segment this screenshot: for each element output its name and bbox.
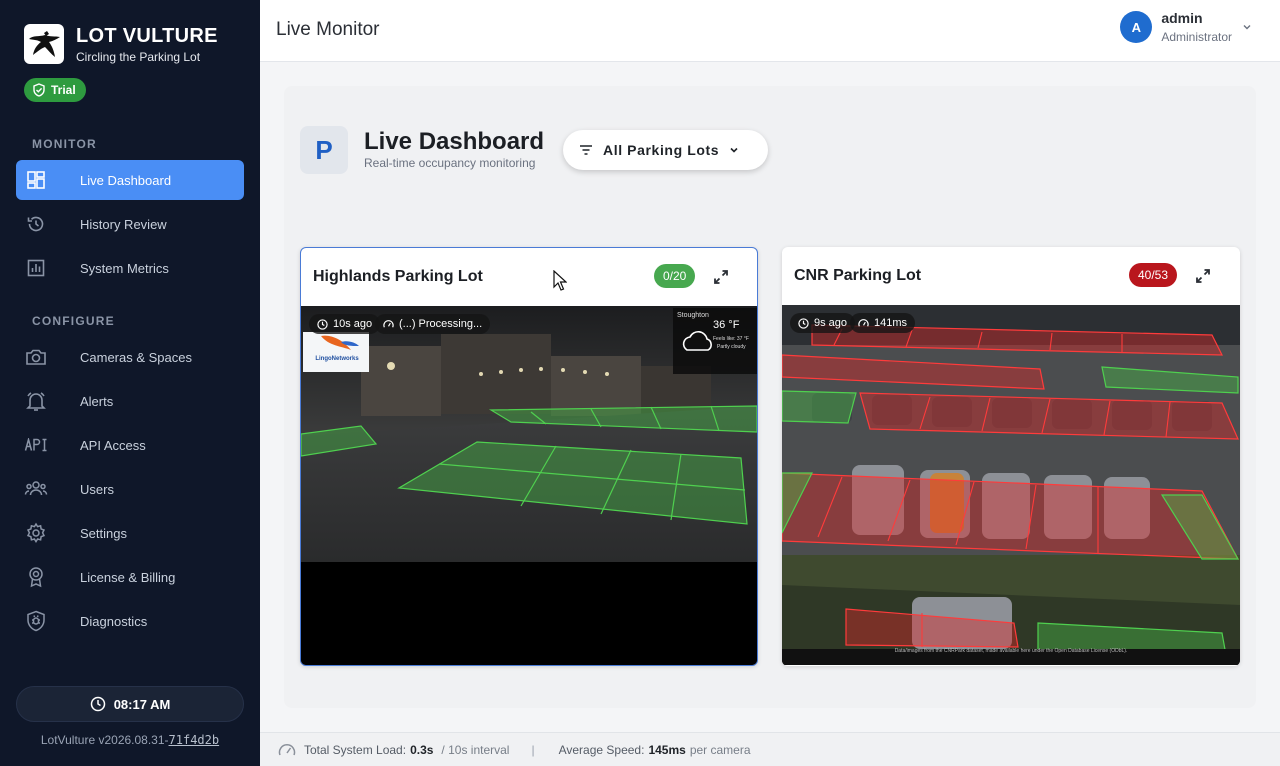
mouse-cursor-icon	[553, 270, 567, 291]
sidebar-item-label: API Access	[80, 437, 146, 453]
sidebar-item-label: Live Dashboard	[80, 172, 172, 188]
shield-bug-icon	[16, 610, 56, 632]
clock-icon	[798, 317, 809, 329]
processing-speed-text: 141ms	[874, 317, 908, 329]
dataset-credit: Data/images from the CNRPark dataset, ma…	[894, 648, 1128, 654]
license-icon	[16, 566, 56, 588]
parking-lot-scene	[301, 306, 757, 665]
sidebar-item-label: License & Billing	[80, 569, 176, 585]
brand-tagline: Circling the Parking Lot	[76, 49, 201, 64]
sidebar-item-label: Alerts	[80, 393, 114, 409]
last-update-text: 9s ago	[814, 317, 848, 329]
sidebar-item-label: History Review	[80, 216, 167, 232]
camera-feed-cnr[interactable]: 9s ago 141ms Data/images from the CNRPar…	[782, 305, 1240, 665]
top-header: Live Monitor A admin Administrator	[260, 0, 1280, 62]
shield-check-icon	[33, 83, 45, 97]
processing-speed-chip: 141ms	[850, 313, 916, 333]
clock-time: 08:17 AM	[113, 696, 171, 712]
average-speed-label: Average Speed:	[558, 742, 645, 757]
gauge-icon	[278, 743, 296, 755]
sidebar-item-cameras-spaces[interactable]: Cameras & Spaces	[16, 337, 244, 377]
parking-icon: P	[300, 126, 348, 174]
version-info: LotVulture v2026.08.31-71f4d2b	[0, 733, 260, 747]
sidebar-item-users[interactable]: Users	[16, 469, 244, 509]
chevron-down-icon	[730, 147, 738, 153]
user-name: admin	[1161, 10, 1203, 26]
processing-text: (...) Processing...	[399, 318, 483, 330]
history-icon	[16, 214, 56, 234]
weather-temp: 36 °F	[713, 319, 740, 331]
sidebar-item-label: Cameras & Spaces	[80, 349, 192, 365]
avatar: A	[1120, 11, 1153, 43]
trial-badge-label: Trial	[51, 83, 76, 97]
sidebar: LOT VULTURE Circling the Parking Lot Tri…	[0, 0, 260, 766]
last-update-chip: 9s ago	[790, 313, 856, 333]
status-divider: |	[531, 742, 535, 757]
lingo-networks-logo: LingoNetworks	[315, 356, 359, 362]
dashboard-subtitle: Real-time occupancy monitoring	[364, 156, 536, 170]
bell-icon	[16, 390, 56, 412]
average-speed-value: 145ms	[648, 742, 686, 757]
system-load-value: 0.3s	[410, 742, 434, 757]
processing-chip: (...) Processing...	[375, 314, 491, 334]
sidebar-item-label: Settings	[80, 525, 127, 541]
camera-icon	[16, 347, 56, 367]
user-role: Administrator	[1161, 30, 1232, 44]
trial-badge[interactable]: Trial	[24, 78, 86, 102]
clock-icon	[317, 318, 328, 330]
sidebar-item-system-metrics[interactable]: System Metrics	[16, 248, 244, 288]
sidebar-item-alerts[interactable]: Alerts	[16, 381, 244, 421]
brand-name: LOT VULTURE	[76, 24, 218, 47]
gear-icon	[16, 522, 56, 544]
vulture-logo-icon	[24, 24, 64, 64]
sidebar-item-label: System Metrics	[80, 260, 169, 276]
camera-feed-highlands[interactable]: 10s ago (...) Processing... Stoughton 36…	[301, 306, 757, 665]
users-icon	[16, 479, 56, 499]
camera-card-highlands[interactable]: Highlands Parking Lot 0/20 10s ago (...)…	[300, 247, 758, 666]
sidebar-item-license-billing[interactable]: License & Billing	[16, 557, 244, 597]
system-load-label: Total System Load:	[304, 742, 407, 757]
parking-lot-filter[interactable]: All Parking Lots	[563, 130, 768, 170]
last-update-text: 10s ago	[333, 318, 373, 330]
speedometer-icon	[858, 318, 869, 327]
sidebar-item-history-review[interactable]: History Review	[16, 204, 244, 244]
dashboard-title: Live Dashboard	[364, 128, 545, 155]
filter-label: All Parking Lots	[603, 142, 720, 158]
version-hash-link[interactable]: 71f4d2b	[169, 733, 220, 747]
parking-lot-scene	[782, 305, 1240, 665]
sidebar-item-label: Diagnostics	[80, 613, 148, 629]
sidebar-item-label: Users	[80, 481, 114, 497]
brand: LOT VULTURE Circling the Parking Lot	[24, 24, 218, 64]
last-update-chip: 10s ago	[309, 314, 381, 334]
version-label: LotVulture v2026.08.31-	[40, 733, 169, 747]
api-icon	[16, 438, 56, 452]
sidebar-item-live-dashboard[interactable]: Live Dashboard	[16, 160, 244, 200]
occupancy-badge: 0/20	[654, 264, 696, 288]
sidebar-item-api-access[interactable]: API Access	[16, 425, 244, 465]
chevron-down-icon	[1243, 25, 1251, 30]
card-title: CNR Parking Lot	[794, 267, 922, 284]
filter-icon	[580, 145, 592, 155]
user-menu[interactable]: A admin Administrator	[1120, 10, 1252, 44]
occupancy-badge: 40/53	[1129, 263, 1178, 287]
page-title: Live Monitor	[276, 19, 380, 40]
average-speed-unit: per camera	[689, 742, 751, 757]
dashboard-icon	[16, 170, 56, 190]
expand-icon[interactable]	[712, 268, 730, 286]
weather-overlay: Stoughton 36 °F Feels like: 37 °F Partly…	[677, 311, 755, 350]
weather-condition: Partly cloudy	[717, 344, 746, 350]
card-title: Highlands Parking Lot	[313, 268, 483, 285]
bar-chart-icon	[16, 258, 56, 278]
status-bar: Total System Load: 0.3s / 10s interval |…	[260, 732, 1280, 766]
expand-icon[interactable]	[1194, 267, 1212, 285]
load-interval: / 10s interval	[441, 742, 510, 757]
sidebar-item-settings[interactable]: Settings	[16, 513, 244, 553]
camera-card-cnr[interactable]: CNR Parking Lot 40/53 9s ago 141ms Data/…	[782, 247, 1240, 666]
clock-icon	[90, 696, 105, 712]
section-label-monitor: MONITOR	[32, 137, 97, 151]
section-label-configure: CONFIGURE	[32, 314, 115, 328]
sidebar-item-diagnostics[interactable]: Diagnostics	[16, 601, 244, 641]
speedometer-icon	[383, 319, 394, 328]
clock: 08:17 AM	[16, 686, 244, 722]
